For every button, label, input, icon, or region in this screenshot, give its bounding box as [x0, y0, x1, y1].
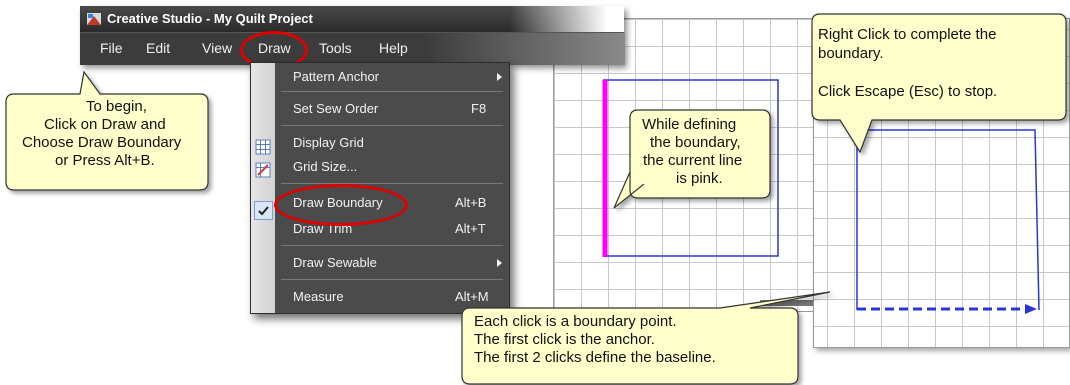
callout-each-click-line2: The first click is the anchor. [474, 331, 655, 348]
menu-separator [281, 279, 503, 280]
menuitem-label: Grid Size... [293, 159, 358, 174]
submenu-arrow-icon [497, 73, 502, 81]
callout-each-click-line3: The first 2 clicks define the baseline. [474, 349, 716, 366]
menuitem-shortcut: F8 [471, 101, 487, 116]
callout-begin-line2: Click on Draw and [44, 116, 166, 133]
menuitem-label: Set Sew Order [293, 101, 379, 116]
menuitem-shortcut: Alt+T [455, 221, 486, 236]
draw-dropdown-menu: Pattern Anchor Set Sew Order F8 Display … [250, 62, 510, 314]
menu-separator [281, 91, 503, 92]
menubar-fade [425, 33, 625, 65]
callout-defining-line4: is pink. [676, 170, 723, 187]
menuitem-label: Pattern Anchor [293, 69, 379, 84]
menu-separator [281, 125, 503, 126]
callout-defining-line1: While defining [642, 116, 737, 133]
menuitem-shortcut: Alt+B [455, 195, 487, 210]
callout-begin-line3: Choose Draw Boundary [22, 134, 182, 151]
submenu-arrow-icon [497, 259, 502, 267]
menuitem-draw-trim[interactable]: Draw Trim Alt+T [275, 217, 509, 239]
callout-each-click-line1: Each click is a boundary point. [474, 313, 677, 330]
menuitem-label: Draw Trim [293, 221, 353, 236]
menu-separator [281, 183, 503, 184]
callout-right-click-line1: Right Click to complete the [818, 26, 997, 43]
callout-begin-line4: or Press Alt+B. [55, 152, 155, 169]
menuitem-label: Draw Boundary [293, 195, 383, 210]
callout-right-click-line4: Click Escape (Esc) to stop. [818, 83, 998, 100]
menuitem-pattern-anchor[interactable]: Pattern Anchor [275, 65, 509, 87]
menuitem-label: Display Grid [293, 135, 364, 150]
callout-right-click-line2: boundary. [818, 45, 884, 62]
menuitem-label: Draw Sewable [293, 255, 377, 270]
menu-tools[interactable]: Tools [319, 40, 352, 56]
menuitem-draw-boundary[interactable]: Draw Boundary Alt+B [275, 191, 509, 213]
title-fade [510, 6, 624, 32]
menuitem-display-grid[interactable]: Display Grid [275, 131, 509, 153]
menu-help[interactable]: Help [379, 40, 408, 56]
callout-defining-line2: the boundary, [650, 134, 741, 151]
menuitem-draw-sewable[interactable]: Draw Sewable [275, 251, 509, 273]
baseline-arrowhead [1025, 304, 1037, 314]
menuitem-label: Measure [293, 289, 344, 304]
menuitem-grid-size[interactable]: Grid Size... [275, 155, 509, 177]
menu-draw[interactable]: Draw [258, 40, 291, 56]
callout-begin-line1: To begin, [86, 98, 147, 115]
menu-separator [281, 245, 503, 246]
menuitem-set-sew-order[interactable]: Set Sew Order F8 [275, 97, 509, 119]
callout-defining-line3: the current line [643, 152, 743, 169]
